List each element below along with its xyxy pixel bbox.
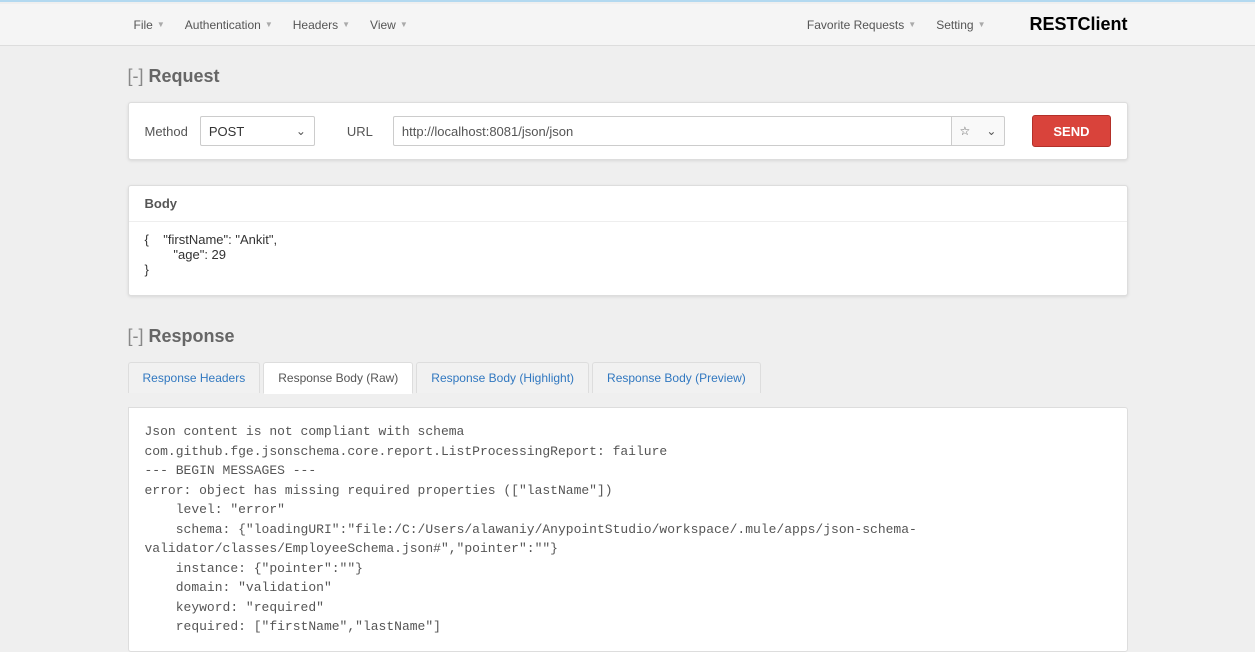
response-section-header: [-] Response <box>128 326 1128 347</box>
chevron-down-icon: ▼ <box>400 20 408 29</box>
method-value: POST <box>209 124 244 139</box>
chevron-down-icon: ⌄ <box>296 124 306 138</box>
response-body-content: Json content is not compliant with schem… <box>128 407 1128 652</box>
send-button[interactable]: SEND <box>1032 115 1110 147</box>
star-icon[interactable]: ☆ <box>952 124 979 138</box>
response-toggle[interactable]: [-] <box>128 326 144 346</box>
body-label: Body <box>129 186 1127 222</box>
request-section-header: [-] Request <box>128 66 1128 87</box>
chevron-down-icon[interactable]: ⌄ <box>978 124 1004 138</box>
chevron-down-icon: ▼ <box>978 20 986 29</box>
body-card: Body <box>128 185 1128 296</box>
chevron-down-icon: ▼ <box>265 20 273 29</box>
url-label: URL <box>347 124 373 139</box>
tab-response-body-raw[interactable]: Response Body (Raw) <box>263 362 413 394</box>
body-textarea[interactable] <box>129 222 1127 292</box>
chevron-down-icon: ▼ <box>157 20 165 29</box>
tab-response-headers[interactable]: Response Headers <box>128 362 261 393</box>
menu-left: File▼ Authentication▼ Headers▼ View▼ <box>128 12 414 38</box>
menu-favorite-requests[interactable]: Favorite Requests▼ <box>801 12 922 38</box>
menu-authentication[interactable]: Authentication▼ <box>179 12 279 38</box>
chevron-down-icon: ▼ <box>908 20 916 29</box>
tab-response-body-highlight[interactable]: Response Body (Highlight) <box>416 362 589 393</box>
method-select[interactable]: POST ⌄ <box>200 116 315 146</box>
menu-headers[interactable]: Headers▼ <box>287 12 356 38</box>
menu-file[interactable]: File▼ <box>128 12 171 38</box>
brand-title: RESTClient <box>1029 14 1127 35</box>
method-label: Method <box>145 124 188 139</box>
request-card: Method POST ⌄ URL ☆ ⌄ SEND <box>128 102 1128 160</box>
request-label: Request <box>149 66 220 86</box>
tab-response-body-preview[interactable]: Response Body (Preview) <box>592 362 761 393</box>
chevron-down-icon: ▼ <box>342 20 350 29</box>
response-label: Response <box>149 326 235 346</box>
url-addon: ☆ ⌄ <box>952 116 1006 146</box>
request-toggle[interactable]: [-] <box>128 66 144 86</box>
menu-view[interactable]: View▼ <box>364 12 414 38</box>
menu-right: Favorite Requests▼ Setting▼ RESTClient <box>801 12 1128 38</box>
menu-setting[interactable]: Setting▼ <box>930 12 991 38</box>
response-tabs: Response Headers Response Body (Raw) Res… <box>128 362 1128 393</box>
menubar: File▼ Authentication▼ Headers▼ View▼ Fav… <box>0 4 1255 46</box>
url-input[interactable] <box>393 116 952 146</box>
